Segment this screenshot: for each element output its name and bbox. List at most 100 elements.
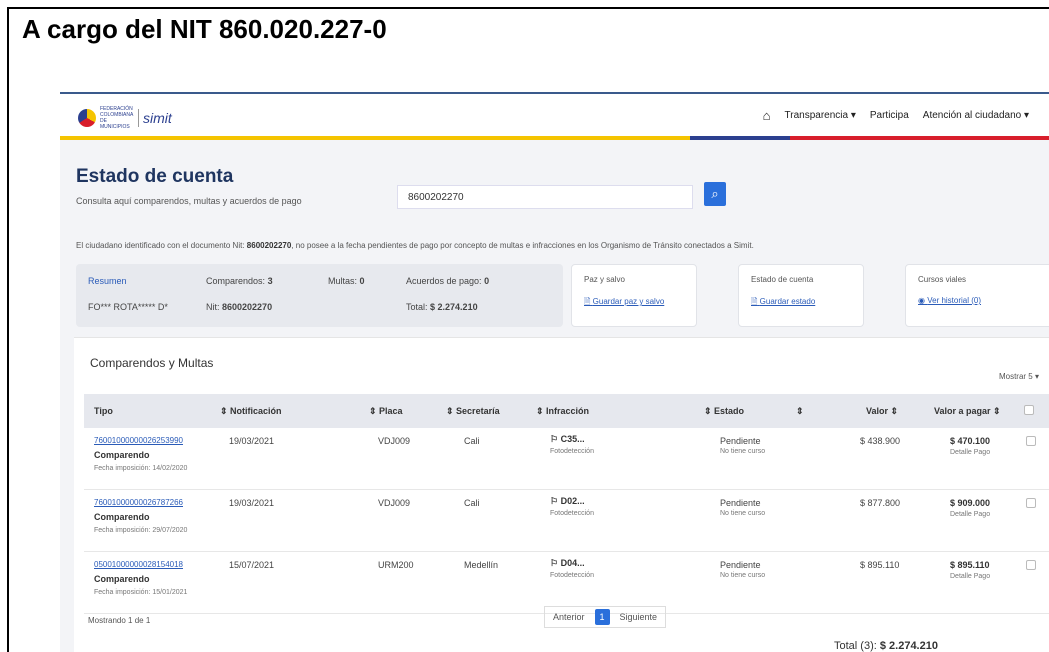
row-infraccion[interactable]: ⚐ C35... <box>550 434 585 445</box>
multas-count: Multas: 0 <box>328 276 365 286</box>
nav-participa[interactable]: Participa <box>870 110 909 121</box>
card-cursos-viales: Cursos viales ◉ Ver historial (0) <box>905 264 1049 327</box>
document-icon: 🗎 <box>751 297 758 306</box>
th-valor-pagar[interactable]: Valor a pagar ⇕ <box>934 406 1001 417</box>
comparendo-id-link[interactable]: 05001000000028154018 <box>94 560 183 569</box>
logo-text: FEDERACIÓN COLOMBIANA DE MUNICIPIOS <box>100 106 134 130</box>
th-secretaria[interactable]: ⇕ Secretaría <box>446 406 500 417</box>
row-tipo: Comparendo <box>94 574 150 584</box>
row-tipo: Comparendo <box>94 512 150 522</box>
flag-icon: ⚐ <box>550 434 559 444</box>
th-estado[interactable]: ⇕ Estado <box>704 406 744 417</box>
row-valor-pagar: $ 909.000 <box>950 498 991 508</box>
nav-transparencia[interactable]: Transparencia ▾ <box>785 110 856 121</box>
flag-icon: ⚐ <box>550 558 559 568</box>
row-valor: $ 895.110 <box>860 560 900 570</box>
detalle-pago-link[interactable]: Detalle Pago <box>950 449 990 456</box>
row-valor-pagar: $ 895.110 <box>950 560 990 570</box>
guardar-paz-y-salvo-link[interactable]: 🗎 Guardar paz y salvo <box>584 296 684 310</box>
table-header: Tipo ⇕ Notificación ⇕ Placa ⇕ Secretaría… <box>84 394 1049 428</box>
prev-page-button[interactable]: Anterior <box>545 606 593 628</box>
search-button[interactable]: ⌕ <box>704 182 726 206</box>
row-placa: VDJ009 <box>378 436 411 446</box>
row-checkbox[interactable] <box>1026 436 1036 446</box>
row-estado: Pendiente <box>720 436 761 446</box>
notice-post: , no posee a la fecha pendientes de pago… <box>291 241 754 250</box>
row-fecha: Fecha imposición: 29/07/2020 <box>94 527 188 534</box>
page-subtitle: Consulta aquí comparendos, multas y acue… <box>76 196 302 206</box>
card-estado-cuenta: Estado de cuenta 🗎 Guardar estado <box>738 264 864 327</box>
ver-historial-link[interactable]: ◉ Ver historial (0) <box>918 296 1042 305</box>
detalle-pago-link[interactable]: Detalle Pago <box>950 573 990 580</box>
document-icon: 🗎 <box>584 297 591 306</box>
row-checkbox[interactable] <box>1026 498 1036 508</box>
search-icon: ⌕ <box>711 186 719 201</box>
summary-box: Resumen FO*** ROTA***** D* Comparendos: … <box>76 264 563 327</box>
table-row: 76001000000026787266 Comparendo Fecha im… <box>84 490 1049 552</box>
notice-doc: 8600202270 <box>246 241 292 250</box>
comparendo-id-link[interactable]: 76001000000026787266 <box>94 498 183 507</box>
row-tipo: Comparendo <box>94 450 150 460</box>
acuerdos-count: Acuerdos de pago: 0 <box>406 276 490 286</box>
notice-pre: El ciudadano identificado con el documen… <box>76 241 245 250</box>
search-input[interactable]: 8600202270 <box>397 185 693 209</box>
nav-atencion[interactable]: Atención al ciudadano ▾ <box>923 110 1029 121</box>
row-placa: URM200 <box>378 560 414 570</box>
logo-divider <box>138 109 139 127</box>
th-infraccion[interactable]: ⇕ Infracción <box>536 406 589 417</box>
card-title: Cursos viales <box>918 275 967 284</box>
guardar-estado-link[interactable]: 🗎 Guardar estado <box>751 296 851 310</box>
card-title: Estado de cuenta <box>751 275 814 284</box>
row-secretaria: Cali <box>464 498 480 508</box>
pagination: Anterior 1 Siguiente <box>544 606 667 628</box>
notice-text: El ciudadano identificado con el documen… <box>76 241 754 250</box>
summary-name: FO*** ROTA***** D* <box>88 302 168 312</box>
row-valor-pagar: $ 470.100 <box>950 436 991 446</box>
resumen-label: Resumen <box>88 276 127 286</box>
row-notificacion: 15/07/2021 <box>229 560 275 570</box>
current-page-button[interactable]: 1 <box>594 609 610 625</box>
page-size-select[interactable]: Mostrar 5 ▾ <box>999 372 1039 381</box>
row-secretaria: Medellín <box>464 560 499 570</box>
table-total: Total (3): $ 2.274.210 <box>834 640 938 652</box>
comparendo-id-link[interactable]: 76001000000026253990 <box>94 436 183 445</box>
row-estado: Pendiente <box>720 560 761 570</box>
row-infraccion[interactable]: ⚐ D02... <box>550 496 585 507</box>
simit-logo[interactable]: FEDERACIÓN COLOMBIANA DE MUNICIPIOS simi… <box>78 106 172 130</box>
detalle-pago-link[interactable]: Detalle Pago <box>950 511 990 518</box>
main-nav: ⌂ Transparencia ▾ Participa Atención al … <box>763 108 1029 123</box>
row-fecha: Fecha imposición: 14/02/2020 <box>94 465 188 472</box>
row-infraccion-sub: Fotodetección <box>550 448 594 455</box>
mostrando-label: Mostrando 1 de 1 <box>88 616 151 625</box>
row-estado-sub: No tiene curso <box>720 448 766 455</box>
eye-icon: ◉ <box>918 296 925 305</box>
row-secretaria: Cali <box>464 436 480 446</box>
home-icon[interactable]: ⌂ <box>763 108 771 123</box>
summary-nit: Nit: 8600202270 <box>206 302 273 312</box>
th-notificacion[interactable]: ⇕ Notificación <box>220 406 282 417</box>
row-infraccion[interactable]: ⚐ D04... <box>550 558 585 569</box>
row-valor: $ 438.900 <box>860 436 901 446</box>
row-fecha: Fecha imposición: 15/01/2021 <box>94 589 188 596</box>
th-tipo[interactable]: Tipo <box>94 406 113 416</box>
flag-icon: ⚐ <box>550 496 559 506</box>
logo-simit: simit <box>143 110 172 126</box>
th-valor[interactable]: Valor ⇕ <box>866 406 898 417</box>
page-heading: A cargo del NIT 860.020.227-0 <box>22 14 387 44</box>
row-estado-sub: No tiene curso <box>720 510 766 517</box>
comparendos-count: Comparendos: 3 <box>206 276 273 286</box>
row-infraccion-sub: Fotodetección <box>550 510 594 517</box>
th-placa[interactable]: ⇕ Placa <box>369 406 403 417</box>
table-row: 05001000000028154018 Comparendo Fecha im… <box>84 552 1049 614</box>
panel-title: Comparendos y Multas <box>90 356 214 370</box>
row-estado-sub: No tiene curso <box>720 572 766 579</box>
row-checkbox[interactable] <box>1026 560 1036 570</box>
sort-icon[interactable]: ⇕ <box>796 406 804 417</box>
summary-total: Total: $ 2.274.210 <box>406 302 478 312</box>
next-page-button[interactable]: Siguiente <box>612 606 666 628</box>
card-paz-y-salvo: Paz y salvo 🗎 Guardar paz y salvo <box>571 264 697 327</box>
row-notificacion: 19/03/2021 <box>229 436 275 446</box>
page-title: Estado de cuenta <box>76 166 234 187</box>
select-all-checkbox[interactable] <box>1024 405 1034 415</box>
row-estado: Pendiente <box>720 498 761 508</box>
